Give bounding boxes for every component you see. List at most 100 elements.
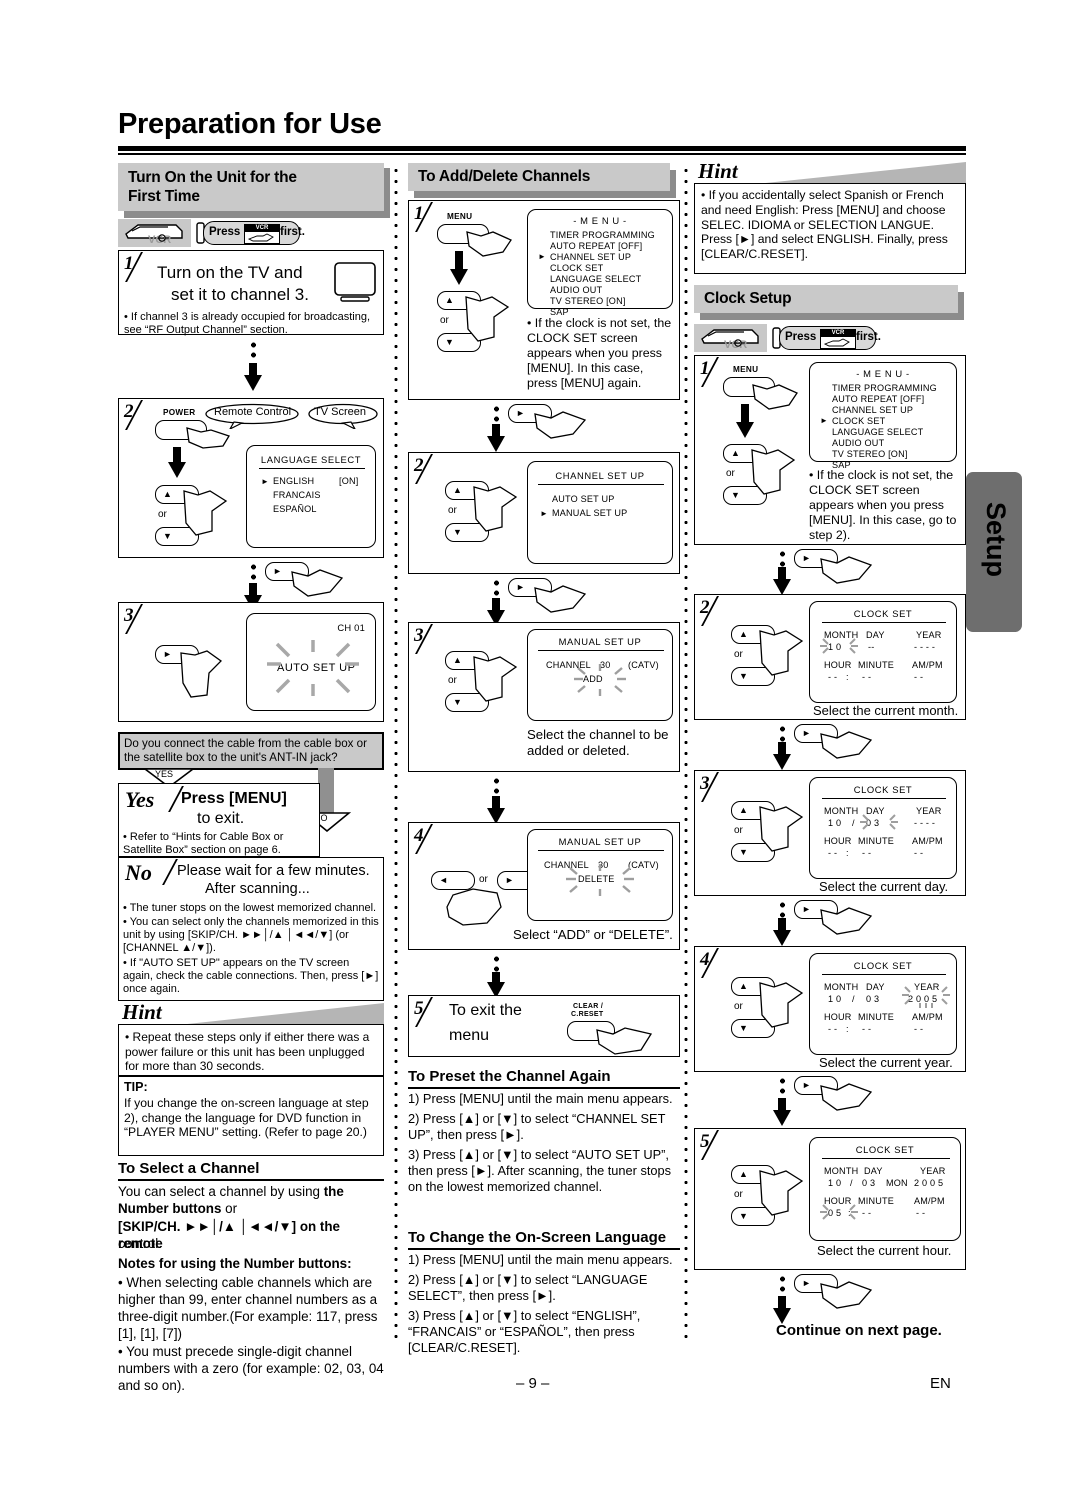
- vcr-illustration: VCR: [118, 219, 191, 247]
- osd-channel-setup: CHANNEL SET UP AUTO SET UP ► MANUAL SET …: [527, 461, 673, 564]
- or-label: or: [726, 468, 735, 479]
- preset-item: 2) Press [▲] or [▼] to select “CHANNEL S…: [408, 1111, 666, 1142]
- middle-step-1: 1 MENU ▲ or ▼ - M E N U - ► TIMER PROGRA…: [408, 200, 680, 400]
- no-bullet: • You can select only the channels memor…: [123, 916, 379, 954]
- clock-value-month: 1 0: [828, 1178, 842, 1188]
- osd-catv-label: (CATV): [628, 660, 659, 670]
- hand-pointer-icon: [534, 411, 587, 439]
- or-label: or: [158, 509, 167, 520]
- middle-step5-line2: menu: [449, 1027, 490, 1044]
- left-step-3: 3 ► CH 01 AUTO SET UP: [118, 602, 384, 722]
- osd-cursor-icon: ►: [820, 416, 828, 425]
- hand-pointer-icon: [466, 231, 512, 257]
- or-label: or: [479, 874, 488, 885]
- osd-item: ESPAÑOL: [273, 504, 317, 514]
- language-item: 3) Press [▲] or [▼] to select “ENGLISH”,…: [408, 1308, 641, 1355]
- hand-pointer-icon: [759, 982, 804, 1028]
- hand-pointer-icon: [473, 486, 518, 532]
- right-step-1: 1 MENU ▲ or ▼ - M E N U - ► TIMER PROGRA…: [694, 355, 966, 545]
- osd-title: MANUAL SET UP: [558, 836, 642, 847]
- preset-item: 3) Press [▲] or [▼] to select “AUTO SET …: [408, 1147, 672, 1194]
- vcr-button-icon: VCR: [820, 329, 856, 349]
- yes-line1: Press [MENU]: [181, 790, 287, 807]
- osd-title: CLOCK SET: [853, 608, 913, 619]
- yes-line2: to exit.: [197, 810, 245, 827]
- right-section-header: Clock Setup: [694, 285, 958, 313]
- osd-item: AUTO REPEAT [OFF]: [550, 241, 643, 251]
- osd-item: CLOCK SET: [832, 416, 886, 426]
- middle-step-4: 4 ◄ or ► MANUAL SET UP CHANNEL 30 (CATV)…: [408, 822, 680, 950]
- press-vcr-first-badge: Press VCR first.: [779, 326, 881, 350]
- vcr-key-label: VCR: [245, 225, 279, 232]
- select-channel-p1: You can select a channel by using the Nu…: [118, 1183, 384, 1217]
- clock-value-ampm: - -: [914, 1024, 924, 1034]
- clock-slash: /: [852, 994, 855, 1004]
- hand-pointer-icon: [180, 650, 223, 698]
- osd-title: CLOCK SET: [853, 960, 913, 971]
- blink-rays-icon: [267, 640, 359, 696]
- hand-pointer-icon: [291, 569, 344, 597]
- osd-channel: CH 01: [337, 622, 365, 633]
- osd-cursor-icon: ►: [540, 509, 548, 518]
- osd-main-menu: - M E N U - ► TIMER PROGRAMMING AUTO REP…: [809, 362, 957, 470]
- left-step1-line2: set it to channel 3.: [171, 285, 309, 304]
- left-hint-box: • Repeat these steps only if either ther…: [118, 1024, 384, 1076]
- clock-header-month: MONTH: [824, 806, 859, 816]
- first-label: first.: [856, 331, 881, 343]
- number-buttons-notes-heading: Notes for using the Number buttons:: [118, 1256, 352, 1271]
- right-step5-caption: Select the current hour.: [817, 1243, 952, 1258]
- clock-value-minute: - -: [862, 672, 872, 682]
- clock-value-ampm: - -: [914, 848, 924, 858]
- select-channel-p3: control.: [118, 1236, 162, 1251]
- hand-pointer-icon: [759, 1170, 804, 1216]
- osd-item: LANGUAGE SELECT: [832, 427, 924, 437]
- osd-title: CHANNEL SET UP: [555, 470, 645, 481]
- hand-pointer-icon: [820, 1281, 873, 1309]
- clear-button-label-1: CLEAR /: [573, 1003, 604, 1010]
- callout-tv-label: TV Screen: [314, 406, 366, 418]
- callout-remote-label: Remote Control: [214, 406, 292, 418]
- left-step-2: 2 POWER ▲ or ▼ Remote Control TV Screen …: [118, 398, 384, 558]
- osd-item: FRANCAIS: [273, 490, 321, 500]
- clear-button-label-2: C.RESET: [571, 1011, 604, 1018]
- clock-value-month: 1 0: [828, 818, 842, 828]
- osd-title: CLOCK SET: [853, 784, 913, 795]
- middle-step-5: 5 To exit the menu CLEAR / C.RESET: [408, 995, 680, 1057]
- osd-item: ENGLISH: [273, 476, 315, 486]
- clock-value-ampm: - -: [916, 1208, 926, 1218]
- osd-cursor-icon: ►: [538, 252, 546, 261]
- clock-header-year: YEAR: [916, 630, 942, 640]
- clock-value-ampm: - -: [914, 672, 924, 682]
- middle-step-2: 2 ▲ or ▼ CHANNEL SET UP AUTO SET UP ► MA…: [408, 452, 680, 574]
- first-label: first.: [280, 226, 305, 238]
- cable-question-box: Do you connect the cable from the cable …: [118, 732, 384, 770]
- osd-item: AUDIO OUT: [832, 438, 885, 448]
- osd-title: - M E N U -: [573, 215, 627, 226]
- clock-value-year: - - - -: [914, 642, 936, 652]
- continue-note: Continue on next page.: [776, 1322, 942, 1339]
- hand-pointer-icon: [534, 585, 587, 613]
- hand-pointer-icon: [473, 656, 518, 702]
- right-step1-note: • If the clock is not set, the CLOCK SET…: [809, 468, 957, 542]
- language-code: EN: [930, 1375, 951, 1392]
- press-label: Press: [785, 331, 817, 343]
- clock-value-minute: - -: [862, 1024, 872, 1034]
- left-step1-note: • If channel 3 is already occupied for b…: [124, 311, 370, 336]
- middle-step-3: 3 ▲ or ▼ MANUAL SET UP CHANNEL 30 (CATV)…: [408, 622, 680, 772]
- osd-item: TV STEREO [ON]: [832, 449, 908, 459]
- right-hint-word: Hint: [698, 160, 738, 183]
- column-separator-2: [684, 165, 688, 1345]
- side-tab-label: Setup: [981, 502, 1011, 578]
- clock-value-minute: - -: [862, 1208, 872, 1218]
- preset-item: 1) Press [MENU] until the main menu appe…: [408, 1091, 673, 1106]
- heading-rule: [118, 1179, 384, 1182]
- hand-pointer-icon: [820, 907, 873, 935]
- osd-item: AUDIO OUT: [550, 285, 603, 295]
- tv-icon: [334, 262, 376, 302]
- right-hint-text: • If you accidentally select Spanish or …: [701, 188, 948, 262]
- vcr-illustration: VCR: [694, 324, 767, 352]
- clock-slash: /: [850, 1178, 853, 1188]
- menu-label: MENU: [733, 365, 759, 374]
- osd-item: LANGUAGE SELECT: [550, 274, 642, 284]
- hand-press-icon: [823, 338, 850, 347]
